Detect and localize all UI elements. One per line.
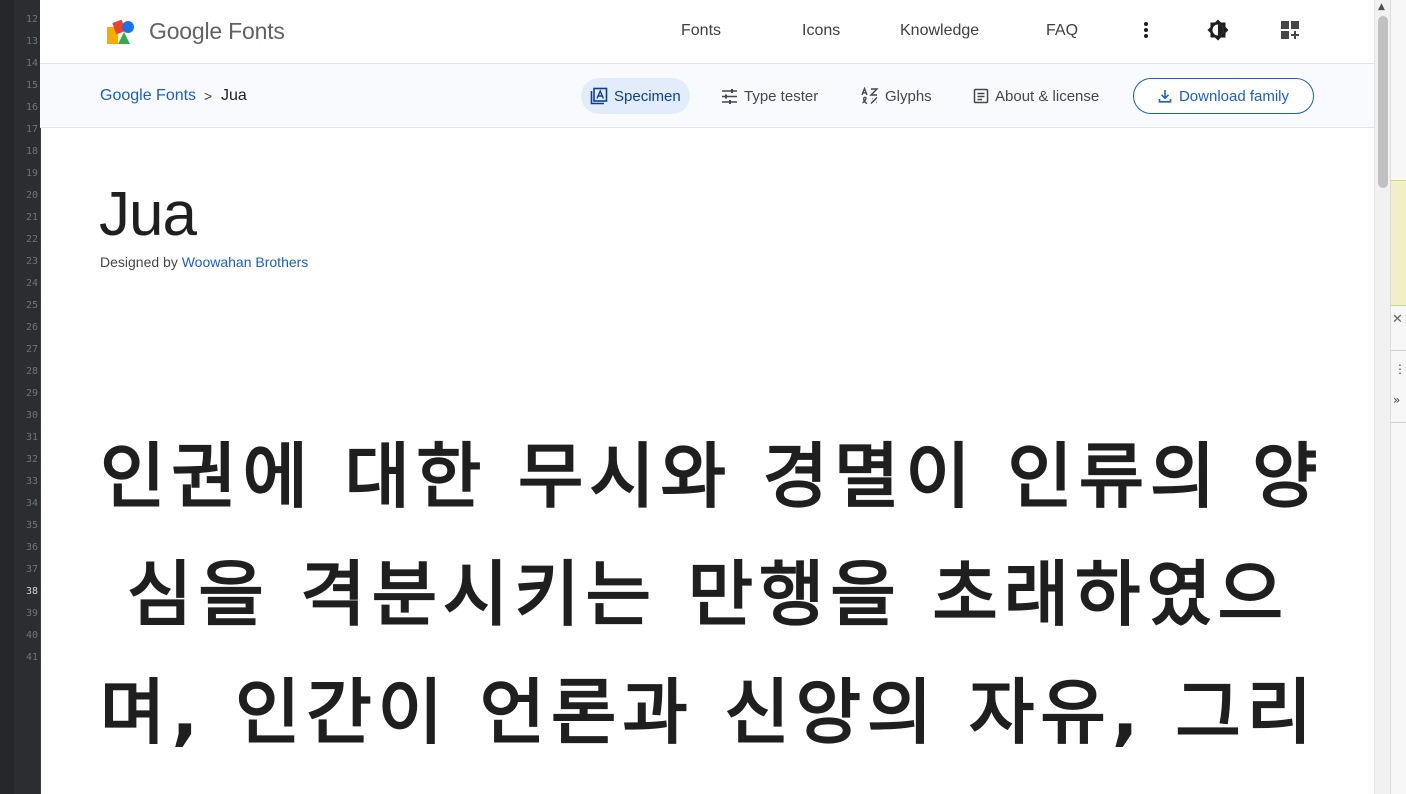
line-number: 24 (25, 278, 38, 289)
line-number: 37 (25, 564, 38, 575)
line-number: 16 (25, 102, 38, 113)
glyphs-icon (861, 87, 879, 105)
line-number: 18 (25, 146, 38, 157)
line-number: 21 (25, 212, 38, 223)
adjacent-window-edge: ✕ ⋮ » (1390, 0, 1406, 794)
designer-line: Designed by Woowahan Brothers (100, 254, 308, 270)
specimen-line-2: 심을 격분시키는 만행을 초래하였으 (127, 553, 1289, 636)
tune-icon (722, 88, 737, 104)
top-header: Google Fonts Fonts Icons Knowledge FAQ (40, 0, 1374, 64)
line-number: 30 (25, 410, 38, 421)
tab-about-license[interactable]: About & license (973, 78, 1099, 114)
scrollbar-thumb[interactable] (1378, 16, 1388, 188)
editor-gutter: 12 13 14 15 16 17 18 19 20 21 22 23 24 25 26 27 28 29 30 31… (0, 0, 41, 794)
line-number: 29 (25, 388, 38, 399)
tab-type-tester[interactable]: Type tester (721, 78, 818, 114)
line-number: 33 (25, 476, 38, 487)
tab-about-license-label: About & license (995, 87, 1100, 105)
breadcrumb-current: Jua (221, 87, 247, 104)
specimen-text[interactable]: 인권에 대한 무시와 경멸이 인류의 양 심을 격분시키는 만행을 초래하였으 … (100, 418, 1316, 772)
download-icon (1158, 90, 1172, 103)
tab-glyphs-label: Glyphs (885, 87, 932, 105)
breadcrumb-separator: > (204, 88, 213, 104)
brand-name[interactable]: Google Fonts (149, 18, 285, 45)
divider (1391, 350, 1406, 351)
line-number: 41 (25, 652, 38, 663)
line-number: 15 (25, 80, 38, 91)
breadcrumb-root-link[interactable]: Google Fonts (100, 87, 196, 105)
gutter-strip (0, 0, 14, 794)
line-number: 28 (25, 366, 38, 377)
article-icon (973, 88, 989, 104)
download-family-button[interactable]: Download family (1133, 78, 1314, 114)
line-number: 14 (25, 58, 38, 69)
line-number: 36 (25, 542, 38, 553)
line-number: 31 (25, 432, 38, 443)
line-number: 32 (25, 454, 38, 465)
designed-by-prefix: Designed by (100, 254, 178, 270)
theme-toggle-icon[interactable] (1206, 18, 1230, 42)
specimen-line-3: 며, 인간이 언론과 신앙의 자유, 그리 (100, 671, 1316, 754)
tab-specimen-label: Specimen (614, 87, 681, 105)
line-number: 26 (25, 322, 38, 333)
line-number: 23 (25, 256, 38, 267)
tab-specimen[interactable]: Specimen (581, 78, 690, 114)
tab-glyphs[interactable]: Glyphs (861, 78, 932, 114)
line-number: 27 (25, 344, 38, 355)
line-number: 40 (25, 630, 38, 641)
specimen-icon (590, 87, 608, 105)
page-scrollbar[interactable]: ▲ (1374, 0, 1391, 794)
designer-link[interactable]: Woowahan Brothers (182, 254, 309, 270)
line-number: 13 (25, 36, 38, 47)
tab-type-tester-label: Type tester (744, 87, 819, 105)
apps-add-icon[interactable] (1278, 18, 1302, 42)
line-number: 25 (25, 300, 38, 311)
adjacent-window-band (1391, 180, 1406, 306)
family-subheader: Google Fonts > Jua Specimen Type tester … (40, 64, 1374, 128)
line-number: 39 (25, 608, 38, 619)
line-number: 22 (25, 234, 38, 245)
nav-faq[interactable]: FAQ (1046, 22, 1078, 40)
line-number: 17 (25, 124, 38, 135)
google-fonts-logo[interactable] (105, 19, 137, 45)
divider (1391, 422, 1406, 423)
font-family-title: Jua (99, 180, 197, 249)
chevron-double-right-icon[interactable]: » (1393, 393, 1400, 407)
specimen-line-1: 인권에 대한 무시와 경멸이 인류의 양 (100, 435, 1316, 518)
line-number: 34 (25, 498, 38, 509)
line-number: 20 (25, 190, 38, 201)
nav-fonts[interactable]: Fonts (681, 22, 721, 40)
more-vert-icon[interactable]: ⋮ (1394, 362, 1406, 376)
nav-icons[interactable]: Icons (802, 22, 840, 40)
line-number: 12 (25, 14, 38, 25)
close-icon[interactable]: ✕ (1392, 312, 1403, 327)
nav-knowledge[interactable]: Knowledge (900, 22, 979, 40)
scroll-up-arrow-icon[interactable]: ▲ (1378, 2, 1385, 12)
download-family-label: Download family (1178, 87, 1290, 105)
line-number: 19 (25, 168, 38, 179)
more-vert-icon[interactable] (1134, 18, 1158, 42)
line-number: 35 (25, 520, 38, 531)
line-number: 38 (25, 586, 38, 597)
